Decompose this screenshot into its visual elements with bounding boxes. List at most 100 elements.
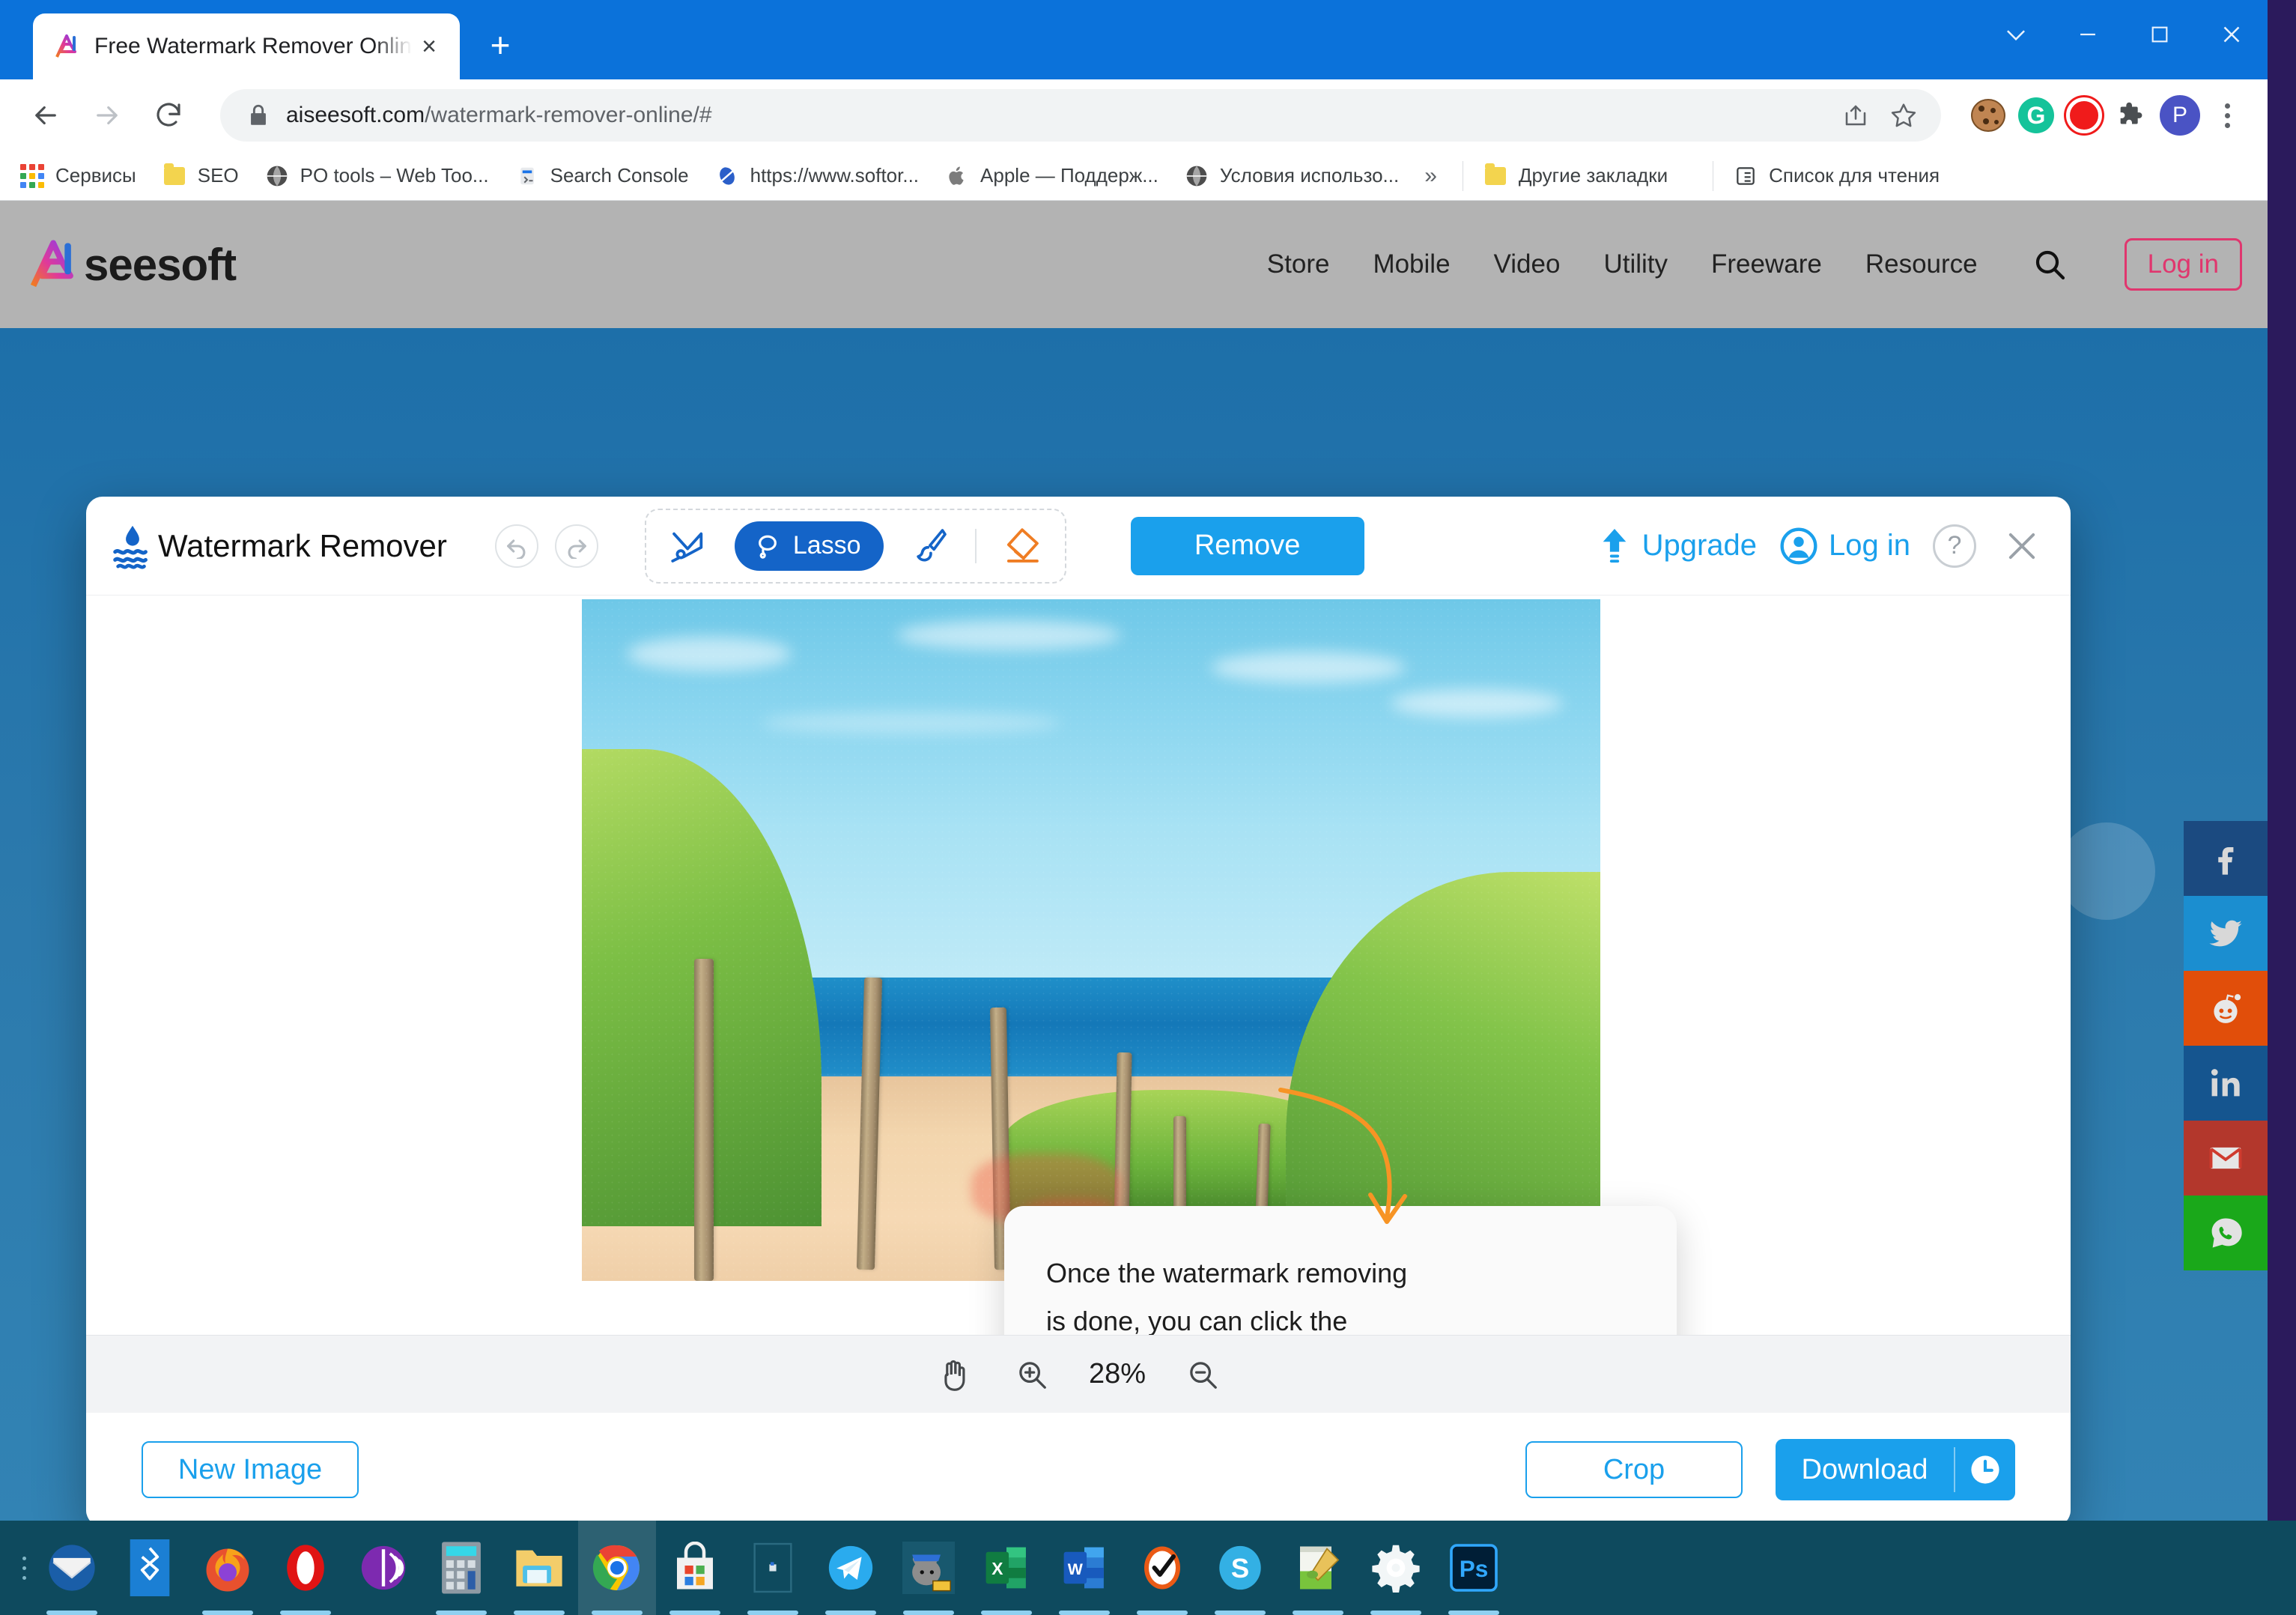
taskbar-google-chrome[interactable] [578,1521,656,1615]
nav-item-freeware[interactable]: Freeware [1711,249,1822,279]
undo-icon[interactable] [494,524,538,568]
nav-item-mobile[interactable]: Mobile [1373,249,1450,279]
new-image-button[interactable]: New Image [142,1441,359,1498]
svg-text:X: X [991,1559,1003,1578]
bookmark-item[interactable]: Условия использо... [1184,163,1399,189]
crop-button[interactable]: Crop [1525,1441,1743,1498]
bookmark-item[interactable]: https://www.softor... [714,163,919,189]
browser-tab[interactable]: Free Watermark Remover Online × [33,13,460,79]
close-x-icon[interactable] [1999,523,2045,569]
taskbar-microsoft-store[interactable] [656,1521,734,1615]
lasso-tool-button[interactable]: Lasso [734,521,884,571]
magnifier-plus-icon[interactable] [1011,1354,1053,1396]
nav-item-resource[interactable]: Resource [1865,249,1978,279]
star-icon[interactable] [1883,94,1925,136]
grammarly-icon[interactable]: G [2016,95,2056,136]
facebook-icon [2218,847,2234,875]
taskbar-unknown-app[interactable] [734,1521,812,1615]
close-icon[interactable] [2196,0,2268,69]
profile-avatar[interactable]: P [2160,95,2200,136]
word-icon: W [1057,1541,1111,1595]
taskbar-bluetooth-file[interactable] [111,1521,189,1615]
address-bar[interactable]: aiseesoft.com/watermark-remover-online/# [220,89,1941,142]
kebab-menu-icon[interactable] [2208,96,2247,135]
zoom-level-value: 28% [1088,1358,1147,1390]
taskbar-firefox[interactable] [189,1521,267,1615]
taskbar-file-explorer[interactable] [500,1521,578,1615]
taskbar-word[interactable]: W [1045,1521,1123,1615]
nav-item-video[interactable]: Video [1494,249,1561,279]
upgrade-label: Upgrade [1641,529,1758,562]
taskbar-tor-browser[interactable] [344,1521,422,1615]
whatsapp-icon [2211,1218,2242,1248]
taskbar-drag-handle[interactable] [15,1545,33,1590]
bookmark-item[interactable]: Сервисы [19,163,136,189]
record-icon[interactable] [2064,95,2104,136]
taskbar-photoshop[interactable]: Ps [1435,1521,1513,1615]
reading-list-button[interactable]: Список для чтения [1733,163,1940,189]
taskbar-opera[interactable] [267,1521,344,1615]
new-tab-button[interactable]: + [479,24,521,66]
back-arrow-icon[interactable] [21,91,70,140]
share-gmail-button[interactable] [2184,1121,2268,1196]
bluetooth-file-icon [123,1539,177,1596]
reload-icon[interactable] [144,91,193,140]
file-explorer-icon [512,1541,566,1595]
bookmark-item[interactable]: Search Console [514,163,689,189]
taskbar-timer-checkmark[interactable] [1123,1521,1201,1615]
share-whatsapp-button[interactable] [2184,1196,2268,1270]
brush-icon[interactable] [906,523,953,569]
eraser-icon[interactable] [999,523,1045,569]
bookmark-item[interactable]: SEO [162,163,239,189]
cookie-icon[interactable] [1968,95,2008,136]
taskbar-calculator[interactable] [422,1521,500,1615]
site-login-button[interactable]: Log in [2124,238,2242,291]
question-mark-icon[interactable]: ? [1933,524,1976,568]
nav-item-utility[interactable]: Utility [1603,249,1668,279]
bookmarks-overflow-button[interactable]: » [1424,163,1437,189]
search-icon[interactable] [2032,246,2068,282]
taskbar-settings-gear[interactable] [1357,1521,1435,1615]
reading-list-icon [1733,163,1758,189]
firefox-icon [201,1541,255,1595]
hand-icon[interactable] [933,1354,975,1396]
taskbar-notepad-editor[interactable] [1279,1521,1357,1615]
history-controls [494,524,598,568]
other-bookmarks-button[interactable]: Другие закладки [1483,163,1668,189]
tab-close-icon[interactable]: × [412,29,446,64]
upgrade-button[interactable]: Upgrade [1597,527,1757,565]
telegram-icon [824,1541,878,1595]
puzzle-icon[interactable] [2112,95,2152,136]
lock-icon [246,103,271,128]
editor-canvas[interactable]: Once the watermark removing is done, you… [86,596,2071,1335]
share-reddit-button[interactable] [2184,971,2268,1046]
taskbar-skype[interactable]: S [1201,1521,1279,1615]
download-button[interactable]: Download [1776,1439,2015,1500]
share-icon[interactable] [1835,94,1877,136]
nav-item-store[interactable]: Store [1267,249,1330,279]
site-logo[interactable]: seesoft [25,236,237,293]
editor-login-button[interactable]: Log in [1779,527,1910,566]
taskbar-thunderbird[interactable] [33,1521,111,1615]
polygonal-lasso-icon[interactable] [666,523,712,569]
chevron-down-icon[interactable] [1980,0,2052,69]
bookmark-item[interactable]: Apple — Поддерж... [944,163,1158,189]
remove-button[interactable]: Remove [1130,516,1364,575]
clock-icon[interactable] [1955,1452,2015,1488]
share-facebook-button[interactable] [2184,821,2268,896]
minimize-icon[interactable] [2052,0,2124,69]
maximize-icon[interactable] [2124,0,2196,69]
decorative-circle [2058,822,2155,920]
lasso-tool-label: Lasso [792,531,861,560]
taskbar-edonkey-emule[interactable] [890,1521,968,1615]
taskbar-telegram[interactable] [812,1521,890,1615]
user-circle-icon [1780,527,1817,564]
magnifier-minus-icon[interactable] [1182,1354,1224,1396]
redo-icon[interactable] [554,524,598,568]
bookmark-item[interactable]: PO tools – Web Too... [264,163,489,189]
opera-icon [279,1541,332,1595]
zoom-bar: 28% [86,1335,2071,1413]
share-linkedin-button[interactable] [2184,1046,2268,1121]
taskbar-excel[interactable]: X [968,1521,1045,1615]
share-twitter-button[interactable] [2184,896,2268,971]
